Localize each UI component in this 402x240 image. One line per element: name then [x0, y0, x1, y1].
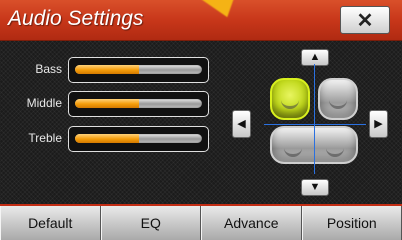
seat-front-right[interactable]	[318, 78, 358, 120]
arrow-up-icon: ▲	[309, 51, 321, 63]
tab-advance[interactable]: Advance	[201, 206, 302, 240]
arrow-left-icon: ◀	[237, 117, 246, 130]
middle-slider[interactable]	[68, 91, 209, 117]
treble-slider[interactable]	[68, 126, 209, 152]
balance-left-button[interactable]: ◀	[232, 110, 251, 138]
seat-position-map[interactable]	[264, 64, 366, 174]
treble-label: Treble	[28, 131, 62, 145]
balance-down-button[interactable]: ▼	[301, 179, 329, 196]
seat-notch	[329, 98, 347, 109]
arrow-right-icon: ▶	[374, 117, 383, 130]
audio-settings-screen: Audio Settings ✕ Bass Middle Treble ▲ ▼ …	[0, 0, 402, 240]
middle-slider-row: Middle	[0, 91, 220, 117]
arrow-down-icon: ▼	[309, 181, 321, 193]
close-icon: ✕	[356, 9, 374, 32]
treble-slider-fill	[75, 134, 139, 143]
bass-slider-fill	[75, 65, 139, 74]
treble-slider-track[interactable]	[75, 134, 202, 143]
balance-crosshair-horizontal	[264, 124, 366, 125]
seat-notch	[281, 98, 299, 109]
bottom-tab-bar: Default EQ Advance Position	[0, 204, 402, 240]
bass-slider-row: Bass	[0, 57, 220, 83]
close-button[interactable]: ✕	[340, 6, 390, 34]
page-title: Audio Settings	[8, 7, 144, 30]
title-bar: Audio Settings ✕	[0, 0, 402, 41]
seat-notch	[284, 146, 302, 157]
bass-label: Bass	[35, 62, 62, 76]
middle-label: Middle	[26, 96, 62, 110]
middle-slider-fill	[75, 99, 139, 108]
balance-up-button[interactable]: ▲	[301, 49, 329, 66]
tab-default[interactable]: Default	[0, 206, 101, 240]
tab-position[interactable]: Position	[301, 206, 402, 240]
seat-front-left[interactable]	[270, 78, 310, 120]
seat-notch	[326, 146, 344, 157]
balance-right-button[interactable]: ▶	[369, 110, 388, 138]
bass-slider-track[interactable]	[75, 65, 202, 74]
middle-slider-track[interactable]	[75, 99, 202, 108]
bass-slider[interactable]	[68, 57, 209, 83]
balance-crosshair-vertical	[314, 64, 315, 174]
tab-eq[interactable]: EQ	[100, 206, 201, 240]
treble-slider-row: Treble	[0, 126, 220, 152]
header-glow-decoration	[192, 0, 252, 26]
